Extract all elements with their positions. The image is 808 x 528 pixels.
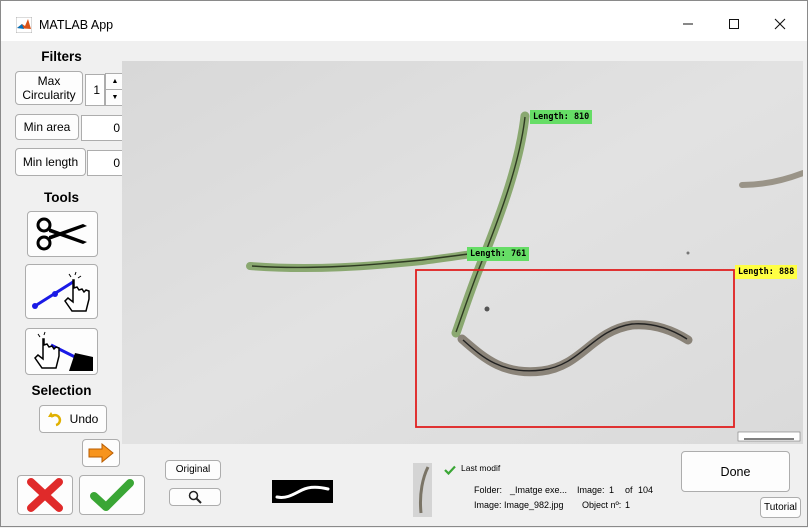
filters-heading: Filters	[41, 49, 82, 64]
tools-heading: Tools	[44, 190, 79, 205]
min-area-value: 0	[113, 121, 120, 135]
reject-button[interactable]	[17, 475, 73, 515]
done-button[interactable]: Done	[681, 451, 790, 492]
max-circularity-label: Max Circularity	[22, 74, 76, 102]
object-thumbnail	[413, 463, 432, 517]
image-total: 104	[638, 485, 654, 495]
original-label: Original	[175, 464, 211, 475]
minimize-icon	[683, 23, 693, 25]
of-label: of	[625, 485, 633, 495]
min-area-label: Min area	[23, 120, 71, 134]
accept-button[interactable]	[79, 475, 145, 515]
min-length-value: 0	[113, 156, 120, 170]
max-circularity-button[interactable]: Max Circularity	[15, 71, 83, 105]
image-index-label: Image:	[577, 485, 605, 495]
title-bar: MATLAB App	[1, 1, 807, 41]
object-value: 1	[625, 500, 631, 510]
min-area-field[interactable]: 0	[81, 115, 125, 141]
max-circularity-value: 1	[93, 83, 100, 97]
draw-line-tool-button[interactable]	[25, 264, 98, 319]
erase-hand-icon	[33, 331, 93, 371]
max-circularity-field[interactable]: 1	[85, 74, 105, 106]
image-index-value: 1	[609, 485, 615, 495]
magnifier-icon	[188, 490, 202, 504]
matlab-logo-icon	[16, 17, 32, 33]
maximize-button[interactable]	[711, 7, 757, 41]
undo-label: Undo	[69, 412, 99, 426]
min-length-field[interactable]: 0	[87, 150, 125, 176]
minimize-button[interactable]	[665, 7, 711, 41]
cut-tool-button[interactable]	[27, 211, 98, 257]
selection-heading: Selection	[31, 383, 92, 398]
tutorial-button[interactable]: Tutorial	[760, 497, 801, 518]
microscope-image	[122, 61, 803, 444]
bottom-bar: Original Last modif Folder: _Imatge exe.…	[1, 444, 807, 528]
folder-label: Folder:	[474, 485, 503, 495]
tutorial-label: Tutorial	[764, 501, 797, 513]
length-label-761: Length: 761	[467, 247, 530, 261]
object-label: Object nº:	[582, 500, 622, 510]
app-window: MATLAB App Filters Max Circularity 1 ▲ ▼…	[0, 0, 808, 527]
length-label-888: Length: 888	[735, 265, 798, 279]
done-label: Done	[720, 464, 751, 479]
undo-icon	[47, 412, 61, 427]
worm-mask-preview	[272, 480, 333, 503]
folder-value: _Imatge exe...	[510, 485, 568, 495]
last-modif-label: Last modif	[461, 463, 501, 473]
min-area-button[interactable]: Min area	[15, 114, 79, 140]
image-label: Image:	[474, 500, 502, 510]
image-viewer[interactable]: Length: 810 Length: 761 Length: 888	[122, 61, 803, 444]
image-filename: Image_982.jpg	[504, 500, 564, 510]
min-length-button[interactable]: Min length	[15, 148, 86, 176]
red-x-icon	[27, 478, 63, 512]
maximize-icon	[729, 19, 739, 29]
green-check-icon	[90, 479, 134, 511]
draw-line-hand-icon	[31, 271, 90, 312]
undo-button[interactable]: Undo	[39, 405, 107, 433]
original-button[interactable]: Original	[165, 460, 221, 480]
erase-tool-button[interactable]	[25, 328, 98, 375]
last-modif-check-icon	[444, 465, 456, 475]
close-button[interactable]	[757, 7, 803, 41]
scissors-icon	[36, 217, 87, 251]
min-length-label: Min length	[22, 155, 79, 169]
zoom-button[interactable]	[169, 488, 221, 506]
length-label-810: Length: 810	[530, 110, 593, 124]
window-title: MATLAB App	[39, 18, 114, 32]
close-icon	[774, 18, 786, 30]
